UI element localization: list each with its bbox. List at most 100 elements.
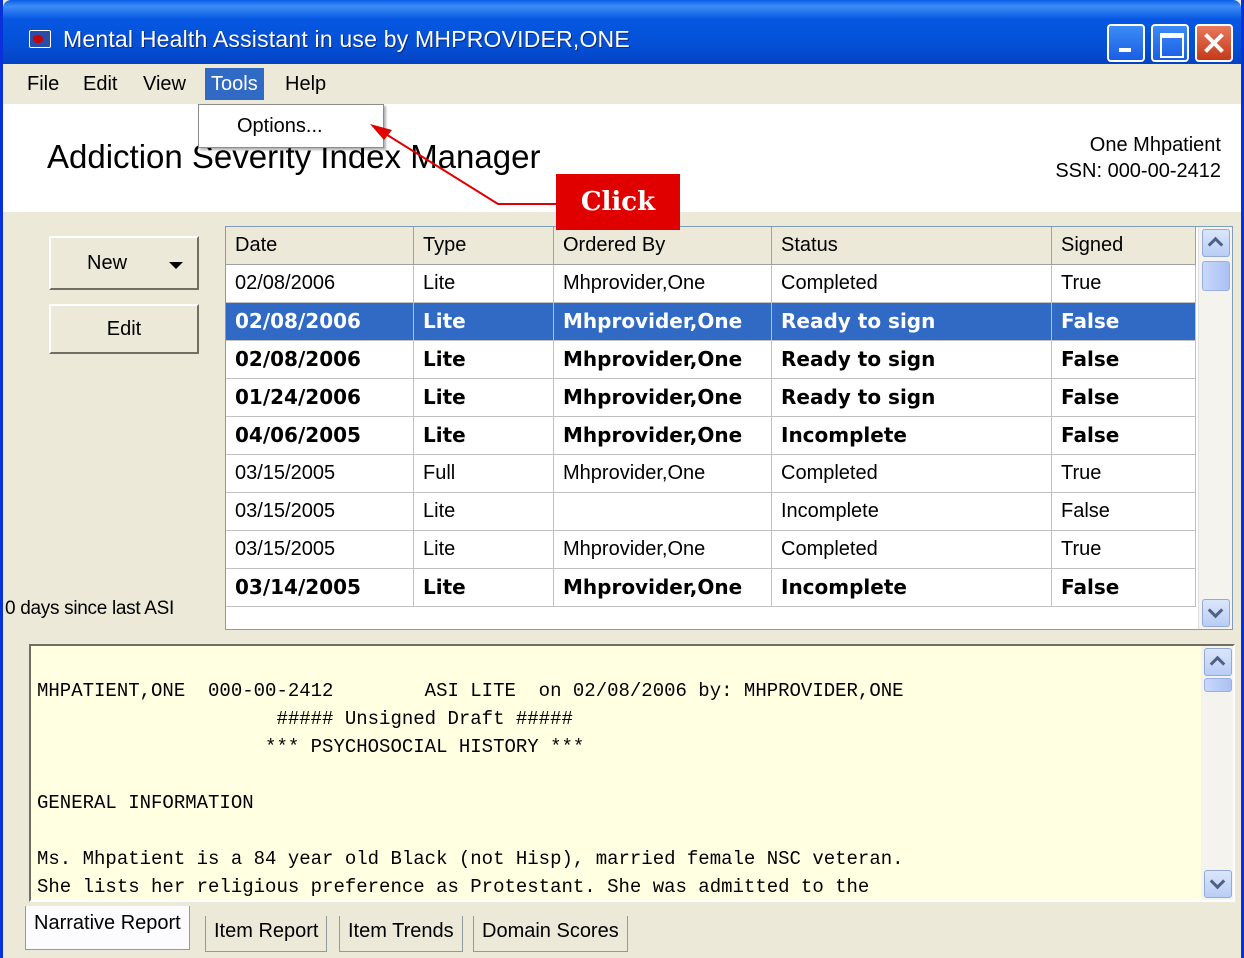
scroll-thumb[interactable]	[1202, 261, 1230, 291]
cell-ordered-by: Mhprovider,One	[554, 417, 772, 455]
cell-type: Lite	[414, 341, 554, 379]
left-panel: New Edit 0 days since last ASI	[3, 212, 225, 632]
table-row[interactable]: 03/15/2005 Full Mhprovider,One Completed Tru…	[226, 455, 1196, 493]
new-button[interactable]: New	[49, 236, 199, 290]
table-row[interactable]: 03/15/2005 Lite Mhprovider,One Completed Tru…	[226, 531, 1196, 569]
cell-signed: True	[1052, 531, 1196, 569]
menu-view[interactable]: View	[137, 71, 192, 99]
app-icon[interactable]	[29, 30, 51, 48]
cell-signed: True	[1052, 455, 1196, 493]
narrative-report[interactable]: MHPATIENT,ONE 000-00-2412 ASI LITE on 02…	[29, 644, 1235, 902]
tab-narrative-report[interactable]: Narrative Report	[25, 906, 190, 950]
cell-date: 04/06/2005	[226, 417, 414, 455]
menu-file[interactable]: File	[21, 71, 65, 99]
scroll-down-icon[interactable]	[1202, 599, 1230, 627]
cell-ordered-by	[554, 493, 772, 531]
cell-signed: False	[1052, 493, 1196, 531]
cell-status: Incomplete	[772, 493, 1052, 531]
column-header-date[interactable]: Date	[226, 227, 414, 265]
cell-status: Ready to sign	[772, 341, 1052, 379]
title-bar[interactable]: Mental Health Assistant in use by MHPROV…	[3, 0, 1241, 64]
cell-signed: False	[1052, 417, 1196, 455]
cell-type: Lite	[414, 531, 554, 569]
cell-date: 03/15/2005	[226, 531, 414, 569]
cell-type: Lite	[414, 265, 554, 303]
table-row[interactable]: 02/08/2006 Lite Mhprovider,One Completed Tru…	[226, 265, 1196, 303]
cell-ordered-by: Mhprovider,One	[554, 341, 772, 379]
table-row[interactable]: 01/24/2006 Lite Mhprovider,One Ready to sig…	[226, 379, 1196, 417]
grid-header: Date Type Ordered By Status Signed	[226, 227, 1196, 265]
table-row[interactable]: 04/06/2005 Lite Mhprovider,One Incomplete Fa…	[226, 417, 1196, 455]
menu-tools[interactable]: Tools	[205, 68, 264, 100]
scroll-down-icon[interactable]	[1204, 870, 1232, 898]
grid-scrollbar[interactable]	[1198, 227, 1232, 629]
cell-status: Ready to sign	[772, 303, 1052, 341]
cell-ordered-by: Mhprovider,One	[554, 531, 772, 569]
menu-help[interactable]: Help	[279, 71, 332, 99]
cell-date: 02/08/2006	[226, 341, 414, 379]
cell-status: Completed	[772, 265, 1052, 303]
maximize-button[interactable]	[1151, 24, 1189, 62]
scroll-up-icon[interactable]	[1202, 229, 1230, 257]
table-row[interactable]: 02/08/2006 Lite Mhprovider,One Ready to sig…	[226, 341, 1196, 379]
report-tabs: Narrative Report Item Report Item Trends…	[3, 906, 1241, 958]
cell-date: 01/24/2006	[226, 379, 414, 417]
cell-status: Ready to sign	[772, 379, 1052, 417]
table-row[interactable]: 03/15/2005 Lite Incomplete False	[226, 493, 1196, 531]
cell-type: Lite	[414, 569, 554, 607]
patient-name: One Mhpatient	[1089, 134, 1221, 156]
cell-type: Lite	[414, 303, 554, 341]
chevron-down-icon[interactable]	[169, 262, 183, 269]
tab-domain-scores[interactable]: Domain Scores	[473, 916, 628, 952]
cell-signed: False	[1052, 341, 1196, 379]
column-header-ordered-by[interactable]: Ordered By	[554, 227, 772, 265]
cell-status: Incomplete	[772, 417, 1052, 455]
cell-status: Incomplete	[772, 569, 1052, 607]
column-header-type[interactable]: Type	[414, 227, 554, 265]
column-header-status[interactable]: Status	[772, 227, 1052, 265]
cell-date: 03/14/2005	[226, 569, 414, 607]
cell-signed: True	[1052, 265, 1196, 303]
scroll-up-icon[interactable]	[1204, 648, 1232, 676]
minimize-button[interactable]	[1107, 24, 1145, 62]
cell-status: Completed	[772, 531, 1052, 569]
cell-ordered-by: Mhprovider,One	[554, 265, 772, 303]
edit-button[interactable]: Edit	[49, 304, 199, 354]
column-header-signed[interactable]: Signed	[1052, 227, 1196, 265]
days-since-label: 0 days since last ASI	[5, 598, 175, 619]
report-line: GENERAL INFORMATION	[37, 792, 254, 814]
cell-type: Lite	[414, 379, 554, 417]
tab-item-report[interactable]: Item Report	[205, 916, 328, 952]
table-row[interactable]: 03/14/2005 Lite Mhprovider,One Incomplete Fa…	[226, 569, 1196, 607]
report-line: *** PSYCHOSOCIAL HISTORY ***	[37, 736, 585, 758]
table-row[interactable]: 02/08/2006 Lite Mhprovider,One Ready to sig…	[226, 303, 1196, 341]
cell-signed: False	[1052, 303, 1196, 341]
tab-item-trends[interactable]: Item Trends	[339, 916, 463, 952]
cell-ordered-by: Mhprovider,One	[554, 455, 772, 493]
asi-grid[interactable]: Date Type Ordered By Status Signed 02/08…	[225, 226, 1233, 630]
app-window: Mental Health Assistant in use by MHPROV…	[0, 0, 1244, 958]
cell-ordered-by: Mhprovider,One	[554, 569, 772, 607]
cell-ordered-by: Mhprovider,One	[554, 379, 772, 417]
new-button-label: New	[87, 252, 128, 274]
menu-edit[interactable]: Edit	[77, 71, 123, 99]
cell-date: 03/15/2005	[226, 455, 414, 493]
close-button[interactable]	[1195, 24, 1233, 62]
report-line: MHPATIENT,ONE 000-00-2412 ASI LITE on 02…	[37, 680, 904, 702]
tools-dropdown: Options...	[198, 104, 384, 148]
cell-ordered-by: Mhprovider,One	[554, 303, 772, 341]
report-line: ##### Unsigned Draft #####	[37, 708, 573, 730]
click-callout: Click	[556, 174, 680, 230]
cell-date: 02/08/2006	[226, 303, 414, 341]
menu-item-options[interactable]: Options...	[237, 115, 323, 138]
report-line: She lists her religious preference as Pr…	[37, 876, 870, 898]
report-scrollbar[interactable]	[1201, 646, 1233, 900]
cell-signed: False	[1052, 379, 1196, 417]
cell-date: 03/15/2005	[226, 493, 414, 531]
cell-type: Lite	[414, 493, 554, 531]
scroll-thumb[interactable]	[1204, 678, 1232, 692]
cell-status: Completed	[772, 455, 1052, 493]
cell-signed: False	[1052, 569, 1196, 607]
patient-ssn: SSN: 000-00-2412	[1055, 160, 1221, 182]
cell-type: Full	[414, 455, 554, 493]
